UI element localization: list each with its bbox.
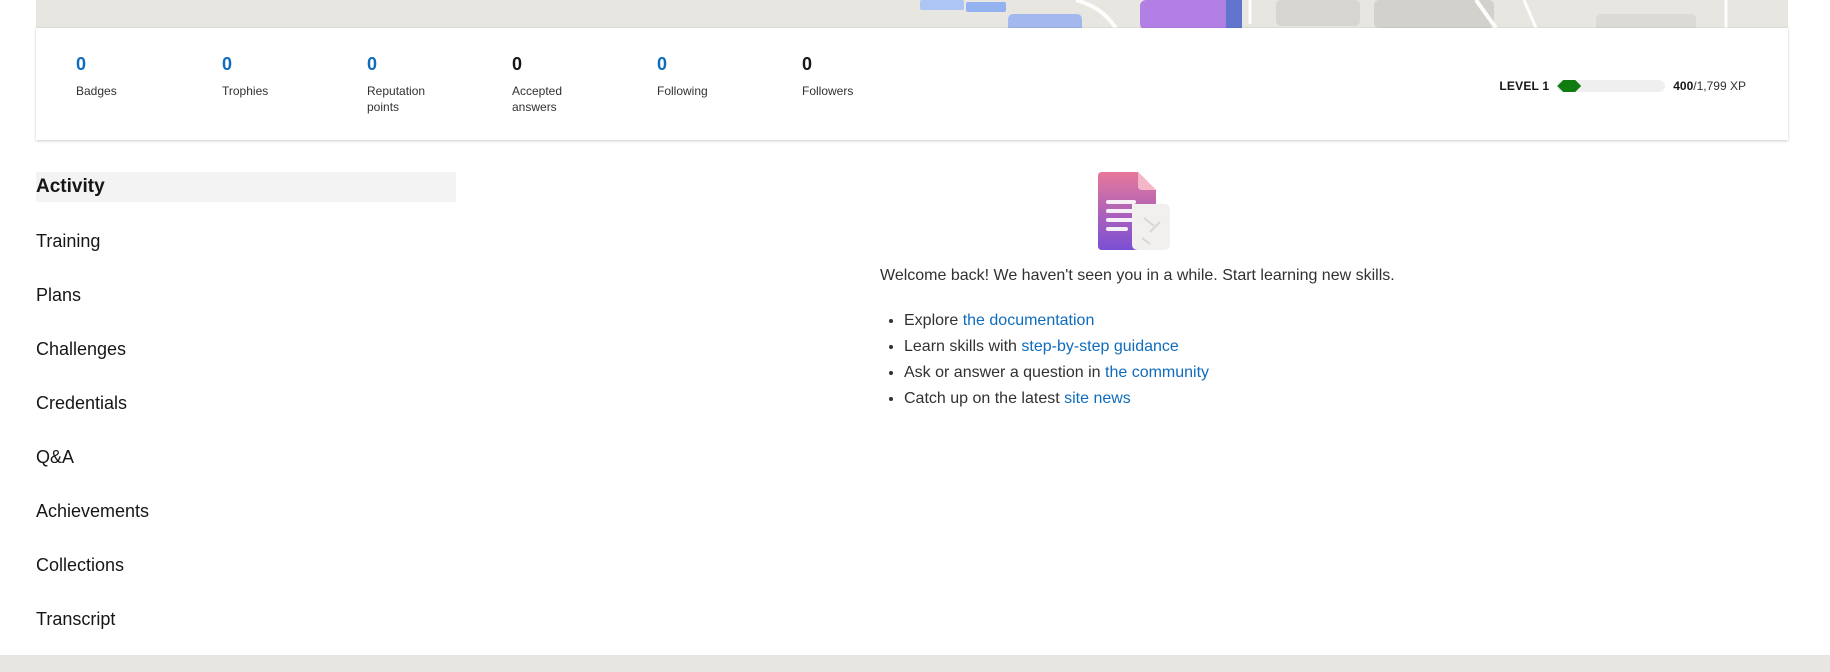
stat-accepted-answers-value: 0 — [512, 54, 523, 74]
page-footer-band — [0, 655, 1830, 672]
stat-followers-value: 0 — [802, 54, 813, 74]
nav-item-achievements[interactable]: Achievements — [36, 496, 456, 526]
document-icon — [1094, 170, 1174, 255]
nav-item-qa[interactable]: Q&A — [36, 442, 456, 472]
nav-item-credentials[interactable]: Credentials — [36, 388, 456, 418]
suggestion-text: Ask or answer a question in — [904, 364, 1105, 381]
profile-side-nav: Activity Training Plans Challenges Crede… — [36, 172, 456, 658]
xp-progress-fill — [1557, 80, 1581, 92]
xp-progress-bar — [1557, 80, 1666, 92]
stat-reputation[interactable]: 0 Reputation points — [367, 53, 487, 115]
nav-item-plans[interactable]: Plans — [36, 280, 456, 310]
profile-banner-image — [36, 0, 1788, 28]
stat-trophies-label: Trophies — [222, 84, 269, 98]
nav-item-transcript[interactable]: Transcript — [36, 604, 456, 634]
documentation-link[interactable]: the documentation — [963, 312, 1095, 329]
xp-current: 400 — [1673, 79, 1694, 93]
stat-followers: 0 Followers — [802, 53, 922, 99]
stat-trophies[interactable]: 0 Trophies — [222, 53, 342, 99]
stat-followers-label: Followers — [802, 84, 854, 98]
nav-item-challenges[interactable]: Challenges — [36, 334, 456, 364]
xp-total: /1,799 XP — [1693, 79, 1746, 93]
stat-badges[interactable]: 0 Badges — [76, 53, 196, 99]
list-item: Ask or answer a question in the communit… — [904, 360, 1209, 386]
list-item: Catch up on the latest site news — [904, 386, 1209, 412]
level-progress: LEVEL 1 400 /1,799 XP — [1499, 77, 1746, 95]
stat-following[interactable]: 0 Following — [657, 53, 777, 99]
nav-item-training[interactable]: Training — [36, 226, 456, 256]
suggestion-text: Learn skills with — [904, 338, 1022, 355]
list-item: Learn skills with step-by-step guidance — [904, 334, 1209, 360]
guidance-link[interactable]: step-by-step guidance — [1021, 338, 1178, 355]
suggestion-text: Catch up on the latest — [904, 390, 1065, 407]
stat-badges-label: Badges — [76, 84, 117, 98]
stat-reputation-label: Reputation points — [367, 84, 426, 114]
suggestions-list: Explore the documentation Learn skills w… — [880, 308, 1209, 412]
stat-badges-value: 0 — [76, 54, 87, 74]
stat-accepted-answers-label: Accepted answers — [512, 84, 563, 114]
list-item: Explore the documentation — [904, 308, 1209, 334]
suggestion-text: Explore — [904, 312, 963, 329]
stat-following-label: Following — [657, 84, 708, 98]
stat-accepted-answers: 0 Accepted answers — [512, 53, 632, 115]
community-link[interactable]: the community — [1105, 364, 1209, 381]
stat-following-value: 0 — [657, 54, 668, 74]
welcome-message: Welcome back! We haven't seen you in a w… — [880, 267, 1395, 284]
stat-trophies-value: 0 — [222, 54, 233, 74]
stat-reputation-value: 0 — [367, 54, 378, 74]
level-label: LEVEL 1 — [1499, 79, 1550, 93]
site-news-link[interactable]: site news — [1064, 390, 1131, 407]
nav-item-activity[interactable]: Activity — [36, 172, 456, 202]
profile-stats-card: 0 Badges 0 Trophies 0 Reputation points … — [36, 28, 1788, 140]
nav-item-collections[interactable]: Collections — [36, 550, 456, 580]
